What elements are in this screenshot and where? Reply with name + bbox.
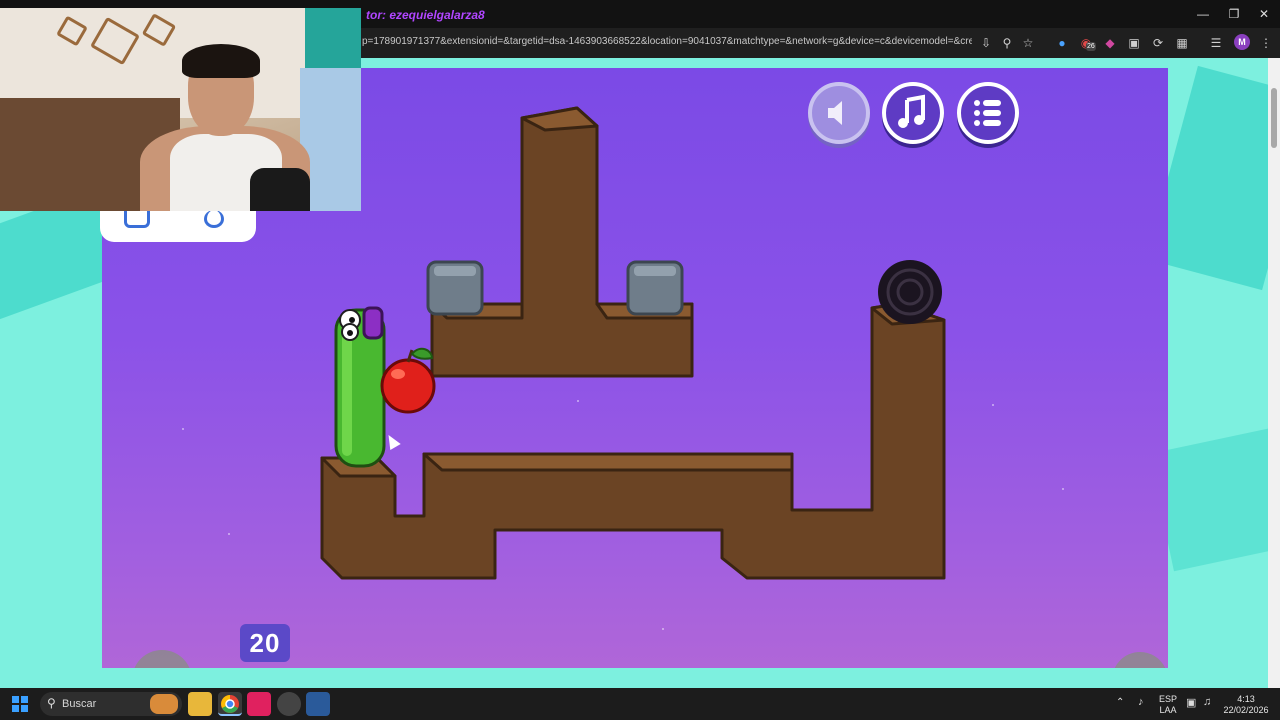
taskbar: ⚲ Buscar ⌃ ♪ ESP LAA ▣ ♫ 4:13 22/02/2026 xyxy=(0,688,1280,720)
stone-highlight xyxy=(634,266,676,276)
network-icon[interactable]: ▣ xyxy=(1186,696,1196,709)
install-app-icon[interactable]: ⇩ xyxy=(976,33,996,53)
webcam-overlay xyxy=(0,8,361,211)
language-indicator[interactable]: ESP LAA xyxy=(1156,694,1180,716)
sound-toggle-button[interactable] xyxy=(808,82,870,144)
bookmark-star-icon[interactable]: ☆ xyxy=(1018,33,1038,53)
music-toggle-button[interactable] xyxy=(882,82,944,144)
url-field[interactable]: p=178901971377&extensionid=&targetid=dsa… xyxy=(362,36,972,47)
speaker-icon xyxy=(828,101,842,125)
file-explorer-icon[interactable] xyxy=(188,692,212,716)
browser-menu-icon[interactable]: ⋮ xyxy=(1256,33,1276,53)
stone-highlight xyxy=(434,266,476,276)
microphone-icon[interactable]: ♪ xyxy=(1138,696,1144,708)
sync-icon[interactable]: ⟳ xyxy=(1148,33,1168,53)
extensions-menu-icon[interactable]: ▦ xyxy=(1172,33,1192,53)
page-widget-card xyxy=(100,210,256,242)
music-note-icon xyxy=(898,94,925,128)
tray-chevron-icon[interactable]: ⌃ xyxy=(1116,697,1124,708)
shield-extension-icon[interactable]: ◆ xyxy=(1100,33,1120,53)
exit-portal xyxy=(878,260,942,324)
keyboard-layout: LAA xyxy=(1159,705,1177,715)
cam-person-hair xyxy=(182,44,260,78)
menu-button[interactable] xyxy=(957,82,1019,144)
search-icon: ⚲ xyxy=(47,696,56,710)
dirt-platform-top xyxy=(430,106,694,378)
media-controls-icon[interactable]: ☰ xyxy=(1206,33,1226,53)
cam-microphone xyxy=(250,168,310,211)
clock-date: 22/02/2026 xyxy=(1223,705,1269,715)
adblock-extension-icon[interactable]: ◉26 xyxy=(1076,33,1096,53)
obs-app-icon[interactable] xyxy=(277,692,301,716)
restore-button[interactable]: ❐ xyxy=(1219,4,1249,24)
search-highlight-icon xyxy=(150,694,178,714)
search-placeholder: Buscar xyxy=(62,698,97,710)
stream-overlay-title: tor: ezequielgalarza8 xyxy=(366,8,485,22)
bg-ball xyxy=(134,650,190,668)
language-code: ESP xyxy=(1158,694,1177,704)
extension-badge: 26 xyxy=(1086,42,1096,51)
chrome-icon[interactable] xyxy=(218,692,242,716)
extension-puzzle-icon[interactable]: ▣ xyxy=(1124,33,1144,53)
moves-counter: 20 xyxy=(240,624,290,662)
settings-icon[interactable] xyxy=(306,692,330,716)
apple-pickup xyxy=(380,347,436,414)
cam-monitor xyxy=(305,8,361,68)
clock-time: 4:13 xyxy=(1237,694,1255,704)
search-icon[interactable] xyxy=(204,210,224,228)
screen: tor: ezequielgalarza8 — ❐ ✕ p=1789019713… xyxy=(0,0,1280,720)
extension-icon[interactable]: ● xyxy=(1052,33,1072,53)
tiktok-app-icon[interactable] xyxy=(247,692,271,716)
taskbar-search[interactable]: ⚲ Buscar xyxy=(40,692,182,716)
profile-avatar[interactable]: M xyxy=(1234,34,1250,50)
worm-player[interactable] xyxy=(334,306,386,468)
account-icon[interactable] xyxy=(124,210,150,228)
clock[interactable]: 4:13 22/02/2026 xyxy=(1220,694,1272,716)
close-window-button[interactable]: ✕ xyxy=(1249,4,1279,24)
minimize-button[interactable]: — xyxy=(1188,4,1218,24)
scroll-thumb[interactable] xyxy=(1271,88,1277,148)
zoom-icon[interactable]: ⚲ xyxy=(997,33,1017,53)
bg-ball xyxy=(1114,652,1166,668)
windows-start-icon[interactable] xyxy=(10,694,30,714)
volume-icon[interactable]: ♫ xyxy=(1203,696,1211,708)
list-menu-icon xyxy=(974,100,1001,126)
page-scrollbar[interactable] xyxy=(1268,58,1280,688)
